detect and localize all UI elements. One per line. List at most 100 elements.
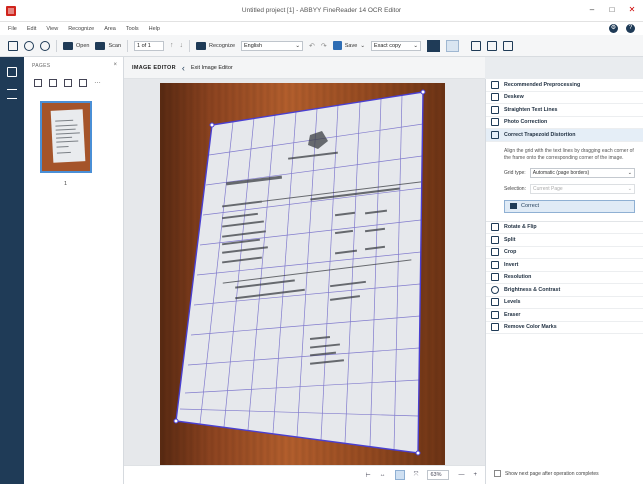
tool-remove-color-marks[interactable]: Remove Color Marks bbox=[486, 322, 643, 334]
exit-image-editor-link[interactable]: Exit Image Editor bbox=[191, 65, 233, 71]
menu-tools[interactable]: Tools bbox=[126, 26, 139, 32]
menu-icon[interactable] bbox=[7, 89, 17, 99]
previous-page-icon[interactable]: ↑ bbox=[170, 42, 174, 49]
pages-icon[interactable] bbox=[7, 67, 17, 77]
close-icon[interactable]: × bbox=[113, 62, 117, 68]
zoom-width-icon[interactable] bbox=[486, 40, 497, 51]
trapezoid-description: Align the grid with the text lines by dr… bbox=[504, 147, 634, 161]
menu-help[interactable]: Help bbox=[149, 26, 160, 32]
expand-icon[interactable]: ⤧ bbox=[414, 472, 419, 479]
trapezoid-icon bbox=[491, 130, 499, 139]
recognize-icon bbox=[196, 41, 207, 50]
scanner-icon bbox=[95, 41, 106, 50]
show-next-page-checkbox[interactable] bbox=[494, 470, 501, 477]
more-icon[interactable]: … bbox=[94, 78, 102, 87]
open-button[interactable]: Open bbox=[63, 41, 90, 50]
save-format-value: Exact copy bbox=[373, 42, 401, 49]
tool-label: Resolution bbox=[504, 274, 532, 281]
zoom-in-button[interactable]: + bbox=[473, 472, 477, 478]
color-marks-icon bbox=[491, 323, 499, 332]
page-thumbnail[interactable] bbox=[40, 101, 92, 173]
save-button[interactable]: Save ⌄ bbox=[332, 41, 365, 50]
show-next-page-option[interactable]: Show next page after operation completes bbox=[494, 470, 599, 477]
settings-icon[interactable] bbox=[24, 40, 34, 51]
image-editor-title: IMAGE EDITOR bbox=[132, 64, 176, 71]
maximize-button[interactable]: □ bbox=[607, 5, 617, 15]
title-bar: Untitled project [1] - ABBYY FineReader … bbox=[0, 0, 643, 22]
camera-icon bbox=[491, 118, 499, 127]
text-view-toggle[interactable] bbox=[445, 39, 459, 52]
scan-button[interactable]: Scan bbox=[95, 41, 121, 50]
brightness-icon bbox=[491, 285, 499, 294]
next-page-icon[interactable]: ↓ bbox=[180, 42, 184, 49]
page-number-input[interactable]: 1 of 1 bbox=[134, 40, 165, 51]
image-canvas bbox=[124, 79, 485, 465]
tool-label: Remove Color Marks bbox=[504, 324, 557, 331]
recognize-button[interactable]: Recognize bbox=[196, 41, 235, 50]
tool-label: Split bbox=[504, 236, 516, 243]
tool-invert[interactable]: Invert bbox=[486, 259, 643, 272]
tool-label: Correct Trapezoid Distortion bbox=[504, 131, 576, 138]
document-photo bbox=[160, 83, 445, 465]
undo-icon[interactable]: ↶ bbox=[309, 42, 315, 50]
correct-button[interactable]: Correct bbox=[504, 199, 635, 213]
rotate-left-icon[interactable] bbox=[64, 79, 72, 87]
menu-file[interactable]: File bbox=[8, 26, 17, 32]
redo-icon[interactable]: ↷ bbox=[321, 42, 327, 50]
fit-width-icon[interactable]: ⊢ bbox=[365, 472, 370, 479]
image-view-toggle[interactable] bbox=[426, 39, 440, 52]
fit-page-icon[interactable]: ↔ bbox=[380, 472, 386, 478]
open-label: Open bbox=[76, 42, 90, 49]
tool-recommended-preprocessing[interactable]: Recommended Preprocessing bbox=[486, 79, 643, 92]
zoom-page-icon[interactable] bbox=[470, 40, 481, 51]
tool-brightness-contrast[interactable]: Brightness & Contrast bbox=[486, 284, 643, 297]
save-format-select[interactable]: Exact copy ⌄ bbox=[370, 40, 421, 51]
tool-label: Deskew bbox=[504, 94, 524, 101]
help-icon[interactable]: ? bbox=[626, 24, 635, 33]
delete-page-icon[interactable] bbox=[49, 79, 57, 87]
tool-straighten-text-lines[interactable]: Straighten Text Lines bbox=[486, 104, 643, 117]
tool-eraser[interactable]: Eraser bbox=[486, 309, 643, 322]
tool-correct-trapezoid-distortion[interactable]: Correct Trapezoid Distortion bbox=[486, 129, 643, 142]
folder-icon bbox=[63, 41, 73, 50]
back-icon[interactable]: ‹ bbox=[182, 63, 185, 73]
actual-size-icon[interactable] bbox=[394, 470, 405, 480]
selection-select[interactable]: Current Page ⌄ bbox=[529, 183, 635, 194]
new-task-icon[interactable] bbox=[8, 40, 18, 51]
tool-split[interactable]: Split bbox=[486, 234, 643, 247]
tool-label: Photo Correction bbox=[504, 119, 548, 126]
correct-label: Correct bbox=[521, 203, 540, 209]
zoom-out-button[interactable]: — bbox=[458, 472, 464, 478]
options-icon[interactable] bbox=[40, 40, 50, 51]
tool-levels[interactable]: Levels bbox=[486, 297, 643, 309]
pages-tools: … bbox=[34, 78, 102, 87]
chevron-down-icon: ⌄ bbox=[627, 185, 632, 192]
grid-type-select[interactable]: Automatic (page borders) ⌄ bbox=[529, 167, 635, 178]
tool-label: Rotate & Flip bbox=[504, 224, 537, 231]
tool-crop[interactable]: Crop bbox=[486, 247, 643, 259]
close-button[interactable]: ✕ bbox=[627, 5, 637, 15]
rotate-right-icon[interactable] bbox=[79, 79, 87, 87]
save-icon bbox=[332, 41, 342, 50]
menu-recognize[interactable]: Recognize bbox=[68, 26, 94, 32]
tool-label: Crop bbox=[504, 249, 517, 256]
page-number-label: 1 bbox=[64, 181, 68, 187]
tool-rotate-flip[interactable]: Rotate & Flip bbox=[486, 222, 643, 234]
tool-deskew[interactable]: Deskew bbox=[486, 92, 643, 104]
left-rail bbox=[0, 57, 24, 484]
menu-view[interactable]: View bbox=[46, 26, 58, 32]
add-page-icon[interactable] bbox=[34, 79, 42, 87]
zoom-input[interactable]: 63% bbox=[427, 470, 450, 480]
trapezoid-grid[interactable] bbox=[160, 83, 445, 465]
tool-photo-correction[interactable]: Photo Correction bbox=[486, 117, 643, 129]
gear-icon[interactable]: ⚙ bbox=[609, 24, 618, 33]
language-select[interactable]: English ⌄ bbox=[241, 40, 304, 51]
tool-resolution[interactable]: Resolution bbox=[486, 272, 643, 284]
zoom-actual-icon[interactable] bbox=[502, 40, 513, 51]
menu-area[interactable]: Area bbox=[104, 26, 116, 32]
minimize-button[interactable]: – bbox=[587, 5, 597, 15]
pages-pane: PAGES × … 1 bbox=[24, 57, 124, 484]
grid-type-value: Automatic (page borders) bbox=[532, 169, 590, 176]
chevron-down-icon: ⌄ bbox=[295, 42, 301, 49]
menu-edit[interactable]: Edit bbox=[27, 26, 36, 32]
